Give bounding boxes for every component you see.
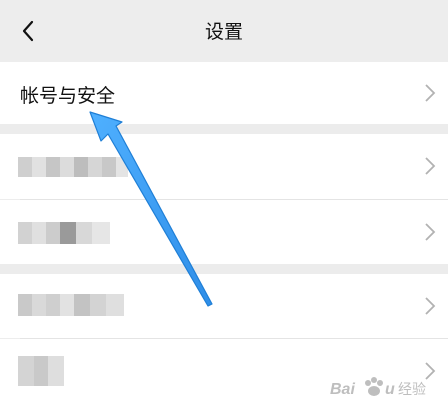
svg-text:Bai: Bai	[330, 381, 355, 398]
svg-text:u: u	[385, 381, 395, 398]
page-title: 设置	[204, 21, 243, 43]
section-separator	[0, 124, 448, 134]
settings-item-blurred[interactable]	[0, 134, 448, 199]
section-separator	[0, 264, 448, 274]
chevron-right-icon	[425, 84, 436, 102]
settings-item-blurred[interactable]	[0, 274, 448, 338]
chevron-right-icon	[425, 223, 436, 241]
settings-item-label: 帐号与安全	[20, 85, 116, 107]
blurred-label	[18, 356, 64, 386]
watermark-logo: Bai u 经验	[330, 377, 426, 398]
blurred-label	[18, 294, 124, 316]
svg-text:经验: 经验	[398, 382, 426, 398]
chevron-right-icon	[425, 157, 436, 175]
chevron-right-icon	[425, 297, 436, 315]
settings-item-blurred[interactable]	[0, 200, 448, 264]
blurred-label	[18, 157, 128, 177]
settings-item-account-security[interactable]: 帐号与安全	[0, 62, 448, 124]
top-bar: 设置	[0, 0, 448, 62]
blurred-label	[18, 222, 110, 244]
